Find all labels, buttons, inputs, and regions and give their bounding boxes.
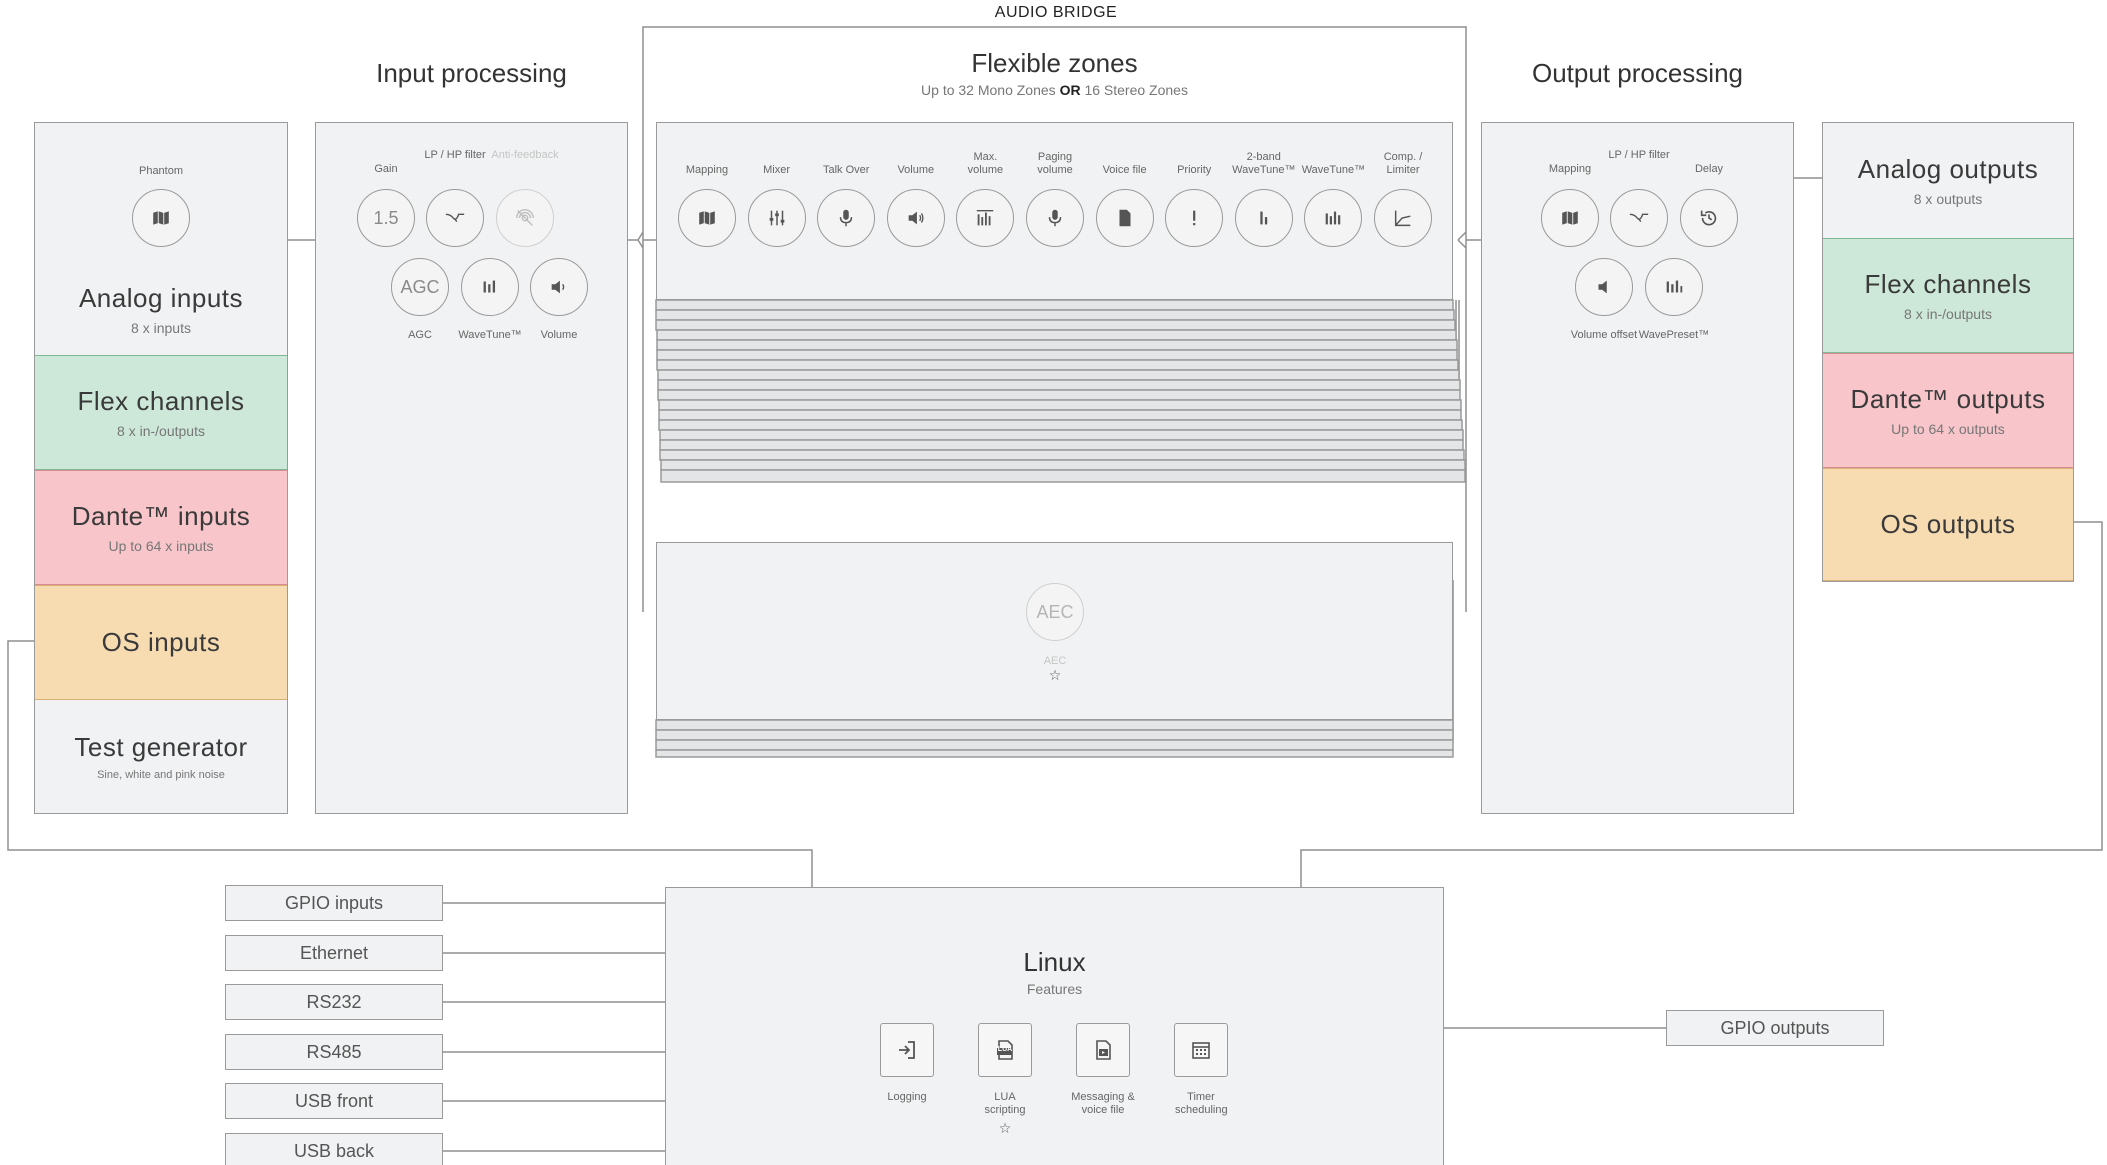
gain-label: Gain (374, 163, 398, 175)
zone-comp-limiter-label: Comp. / Limiter (1383, 151, 1423, 176)
aec-knob[interactable]: AEC (1026, 583, 1084, 641)
os-outputs-block[interactable]: OS outputs (1823, 468, 2073, 581)
aec-text: AEC (1036, 601, 1074, 622)
os-inputs-title: OS inputs (101, 627, 221, 657)
linux-panel: Linux Features LUA Logging LUA scripting… (665, 887, 1444, 1165)
usb-front-box[interactable]: USB front (225, 1083, 443, 1119)
input-processing-title: Input processing (376, 58, 567, 88)
test-generator-title: Test generator (74, 731, 248, 762)
rs485-box[interactable]: RS485 (225, 1034, 443, 1070)
usb-back-box[interactable]: USB back (225, 1133, 443, 1165)
zones-mono-text: Up to 32 Mono Zones (921, 82, 1056, 98)
phantom-map-icon[interactable] (132, 189, 190, 247)
os-inputs-block[interactable]: OS inputs (35, 585, 287, 700)
volume-label: Volume (540, 329, 578, 341)
zone-voice-file-icon[interactable] (1095, 189, 1154, 247)
wavetune-icon[interactable] (461, 258, 519, 316)
lua-scripting-label: LUA scripting (984, 1091, 1026, 1116)
dante-inputs-subtitle: Up to 64 x inputs (108, 538, 214, 554)
flex-channels-inputs-block[interactable]: Flex channels 8 x in-/outputs (35, 355, 287, 470)
dante-inputs-block[interactable]: Dante™ inputs Up to 64 x inputs (35, 470, 287, 585)
dante-outputs-block[interactable]: Dante™ outputs Up to 64 x outputs (1823, 353, 2073, 468)
linux-title: Linux (1023, 947, 1086, 977)
phantom-label: Phantom (138, 165, 184, 177)
flex-channels-subtitle: 8 x in-/outputs (117, 423, 205, 439)
timer-scheduling-label: Timer scheduling (1175, 1091, 1228, 1116)
analog-inputs-subtitle: 8 x inputs (131, 319, 191, 336)
output-processing-panel: Mapping LP / HP filter Delay Volume offs… (1481, 122, 1794, 814)
volume-offset-icon[interactable] (1575, 258, 1633, 316)
rs232-box[interactable]: RS232 (225, 984, 443, 1020)
zone-two-band-wavetune-icon[interactable] (1234, 189, 1293, 247)
out-delay-label: Delay (1694, 163, 1724, 175)
out-lphp-label: LP / HP filter (1608, 149, 1670, 161)
gain-knob[interactable]: 1.5 (357, 189, 415, 247)
os-outputs-title: OS outputs (1880, 509, 2016, 539)
zones-or-text: OR (1059, 82, 1081, 98)
gpio-outputs-box[interactable]: GPIO outputs (1666, 1010, 1884, 1046)
flexible-zones-title: Flexible zones (971, 48, 1138, 78)
dante-inputs-title: Dante™ inputs (71, 501, 251, 531)
zone-priority-icon[interactable] (1165, 189, 1224, 247)
flex-channels-title: Flex channels (77, 386, 245, 416)
zone-comp-limiter-icon[interactable] (1374, 189, 1432, 247)
out-lphp-filter-icon[interactable] (1610, 189, 1668, 247)
zone-mixer-icon[interactable] (747, 189, 806, 247)
zones-stereo-text: 16 Stereo Zones (1084, 82, 1188, 98)
volume-icon[interactable] (530, 258, 588, 316)
outputs-panel: Analog outputs 8 x outputs Flex channels… (1822, 122, 2074, 582)
analog-outputs-block[interactable]: Analog outputs 8 x outputs (1823, 123, 2073, 238)
agc-knob[interactable]: AGC (391, 258, 449, 316)
dante-outputs-title: Dante™ outputs (1850, 384, 2046, 414)
anti-feedback-label: Anti-feedback (491, 149, 559, 161)
analog-inputs-block[interactable]: Analog inputs 8 x inputs (35, 263, 287, 355)
zone-paging-volume-icon[interactable] (1026, 189, 1084, 247)
out-mapping-icon[interactable] (1541, 189, 1599, 247)
agc-text: AGC (400, 276, 440, 297)
test-generator-subtitle: Sine, white and pink noise (97, 768, 225, 781)
timer-scheduling-icon[interactable] (1174, 1023, 1228, 1077)
lua-star-icon: ☆ (998, 1120, 1012, 1136)
logging-label: Logging (887, 1091, 927, 1103)
flexible-zones-subtitle: Up to 32 Mono Zones OR 16 Stereo Zones (656, 82, 1453, 98)
flex-channels-out-title: Flex channels (1864, 269, 2032, 299)
flex-channels-outputs-block[interactable]: Flex channels 8 x in-/outputs (1823, 238, 2073, 353)
messaging-label: Messaging & voice file (1071, 1091, 1135, 1116)
lua-badge-text: LUA (997, 1046, 1013, 1053)
flexible-zones-panel: Mapping Mixer Talk Over Volume Max. volume Pa… (656, 122, 1453, 300)
lua-scripting-icon[interactable]: LUA (978, 1023, 1032, 1077)
anti-feedback-icon[interactable] (496, 189, 554, 247)
aec-panel: AEC AEC ☆ (656, 542, 1453, 720)
analog-outputs-title: Analog outputs (1857, 154, 2039, 184)
out-mapping-label: Mapping (1548, 163, 1592, 175)
analog-inputs-title: Analog inputs (78, 282, 244, 313)
test-generator-block[interactable]: Test generator Sine, white and pink nois… (35, 700, 287, 812)
gpio-inputs-box[interactable]: GPIO inputs (225, 885, 443, 921)
delay-icon[interactable] (1680, 189, 1738, 247)
audio-bridge-label: AUDIO BRIDGE (994, 4, 1118, 21)
gain-value: 1.5 (373, 207, 399, 228)
zone-talk-over-icon[interactable] (817, 189, 876, 247)
lphp-filter-icon[interactable] (426, 189, 484, 247)
output-processing-title: Output processing (1531, 58, 1743, 88)
dante-outputs-subtitle: Up to 64 x outputs (1891, 421, 2005, 437)
inputs-panel: Phantom Analog inputs 8 x inputs Flex ch… (34, 122, 288, 814)
messaging-voice-file-icon[interactable] (1076, 1023, 1130, 1077)
linux-subtitle: Features (1026, 981, 1083, 997)
zone-volume-icon[interactable] (886, 189, 945, 247)
wavepreset-icon[interactable] (1645, 258, 1703, 316)
zone-zone-wavetune-icon[interactable] (1304, 189, 1363, 247)
zone-mapping-icon[interactable] (678, 189, 736, 247)
zone-max-volume-icon[interactable] (956, 189, 1015, 247)
flex-channels-out-subtitle: 8 x in-/outputs (1904, 306, 1992, 322)
wavepreset-label: WavePreset™ (1638, 329, 1710, 341)
aec-star-icon: ☆ (1048, 667, 1062, 683)
input-processing-panel: Gain LP / HP filter Anti-feedback 1.5 AG… (315, 122, 628, 814)
analog-outputs-subtitle: 8 x outputs (1913, 191, 1983, 207)
ethernet-box[interactable]: Ethernet (225, 935, 443, 971)
logging-icon[interactable] (880, 1023, 934, 1077)
